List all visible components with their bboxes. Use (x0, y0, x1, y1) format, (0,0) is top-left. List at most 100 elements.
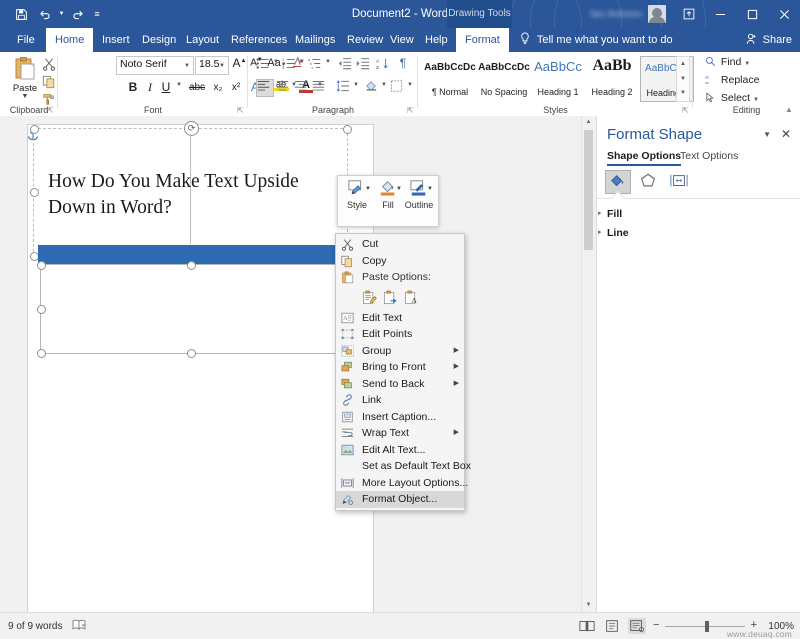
text-box-frame[interactable] (40, 264, 350, 354)
textbox-handle-s[interactable] (187, 349, 196, 358)
style-heading-1[interactable]: AaBbCc Heading 1 (532, 56, 584, 100)
styles-more-icon[interactable]: ▼ (677, 86, 689, 101)
save-icon[interactable] (10, 3, 32, 25)
customize-qat-icon[interactable]: ≡ (91, 3, 103, 25)
scroll-up-icon[interactable]: ▲ (582, 116, 595, 129)
line-spacing-icon[interactable] (336, 80, 352, 96)
document-vertical-scrollbar[interactable]: ▲ ▼ (581, 116, 595, 612)
effects-icon[interactable] (636, 170, 660, 192)
tab-home[interactable]: Home (46, 28, 93, 52)
find-caret-icon[interactable]: ▼ (744, 61, 750, 67)
keep-text-only-icon[interactable]: A (404, 290, 419, 306)
context-menu-item-cut[interactable]: Cut (336, 236, 464, 253)
context-menu-item-format-object[interactable]: Format Object... (336, 491, 464, 508)
tab-insert[interactable]: Insert (93, 28, 139, 52)
read-mode-view-button[interactable] (578, 618, 596, 634)
context-menu-item-more-layout-options[interactable]: More Layout Options... (336, 475, 464, 492)
tab-file[interactable]: File (8, 28, 44, 52)
select-caret-icon[interactable]: ▼ (753, 97, 759, 103)
scrollbar-thumb[interactable] (584, 130, 593, 250)
maximize-button[interactable] (736, 0, 768, 28)
context-menu-item-wrap-text[interactable]: Wrap Text ▶ (336, 425, 464, 442)
mini-fill-button[interactable]: Fill ▼ (373, 179, 403, 210)
format-pane-section-line[interactable]: ▸ Line (607, 227, 629, 239)
decrease-indent-icon[interactable] (338, 57, 354, 73)
redo-icon[interactable] (67, 3, 89, 25)
underline-caret-icon[interactable]: ▼ (175, 82, 183, 88)
mini-toolbar[interactable]: Style ▼ Fill ▼ Outline ▼ (337, 175, 439, 227)
align-left-icon[interactable] (256, 79, 274, 97)
tab-layout[interactable]: Layout (177, 28, 228, 52)
avatar[interactable] (648, 5, 666, 23)
numbered-list-icon[interactable]: 123 (282, 57, 298, 73)
justify-icon[interactable] (312, 80, 328, 96)
show-formatting-marks-icon[interactable]: ¶ (396, 56, 410, 70)
word-count[interactable]: 9 of 9 words (8, 621, 62, 632)
undo-icon[interactable] (34, 3, 56, 25)
textbox-handle-nw[interactable] (37, 261, 46, 270)
font-name-combo[interactable]: Noto Serif ▼ (116, 56, 194, 75)
mini-outline-button[interactable]: Outline ▼ (404, 179, 434, 210)
tab-help[interactable]: Help (416, 28, 457, 52)
cut-icon[interactable] (42, 57, 58, 73)
bullet-caret-icon[interactable]: ▼ (272, 59, 280, 65)
context-menu-item-link[interactable]: Link (336, 392, 464, 409)
tell-me-box[interactable]: Tell me what you want to do (520, 28, 673, 52)
borders-caret-icon[interactable]: ▼ (406, 82, 414, 88)
selection-handle-ne[interactable] (343, 125, 352, 134)
styles-scroll-down-icon[interactable]: ▼ (677, 72, 689, 87)
find-button[interactable]: Find ▼ (705, 56, 750, 70)
paste-caret-icon[interactable]: ▼ (8, 94, 42, 100)
strikethrough-button[interactable]: abc (186, 82, 208, 93)
style-no-spacing[interactable]: AaBbCcDc No Spacing (478, 56, 530, 100)
format-pane-section-fill[interactable]: ▸ Fill (607, 208, 622, 220)
context-menu-item-set-default-text-box[interactable]: Set as Default Text Box (336, 458, 464, 475)
context-menu-item-bring-to-front[interactable]: Bring to Front ▶ (336, 359, 464, 376)
align-right-icon[interactable] (294, 80, 310, 96)
replace-button[interactable]: abac Replace (705, 74, 759, 88)
undo-caret-icon[interactable]: ▼ (58, 3, 65, 25)
textbox-handle-n[interactable] (187, 261, 196, 270)
style-heading-2[interactable]: AaBb Heading 2 (586, 56, 638, 100)
tab-format[interactable]: Format (456, 28, 509, 52)
tab-mailings[interactable]: Mailings (286, 28, 344, 52)
paste-options-row[interactable]: A (336, 286, 464, 310)
font-name-caret-icon[interactable]: ▼ (181, 62, 190, 69)
shading-icon[interactable] (364, 80, 380, 96)
collapse-ribbon-icon[interactable]: ▲ (785, 105, 794, 114)
format-pane-close-icon[interactable]: ✕ (781, 127, 791, 141)
context-menu-item-send-to-back[interactable]: Send to Back ▶ (336, 376, 464, 393)
zoom-thumb[interactable] (705, 621, 709, 632)
select-button[interactable]: Select ▼ (705, 92, 759, 106)
selection-handle-nw[interactable] (30, 125, 39, 134)
shading-caret-icon[interactable]: ▼ (380, 82, 388, 88)
keep-source-formatting-icon[interactable] (362, 290, 377, 306)
bullet-list-icon[interactable] (256, 57, 272, 73)
multilevel-list-icon[interactable]: abc (308, 57, 324, 73)
bold-button[interactable]: B (126, 80, 140, 94)
layout-properties-icon[interactable] (667, 170, 691, 192)
context-menu-item-copy[interactable]: Copy (336, 253, 464, 270)
styles-gallery-scroll[interactable]: ▲ ▼ ▼ (676, 56, 690, 102)
minimize-button[interactable] (704, 0, 736, 28)
numbering-caret-icon[interactable]: ▼ (298, 59, 306, 65)
underline-button[interactable]: U (159, 80, 173, 94)
context-menu-item-insert-caption[interactable]: Insert Caption... (336, 409, 464, 426)
paragraph-dialog-launcher[interactable]: ⇱ (407, 106, 416, 115)
context-menu-item-edit-points[interactable]: Edit Points (336, 326, 464, 343)
style-caret-icon[interactable]: ▼ (365, 186, 371, 192)
text-box-content[interactable]: How Do You Make Text Upside Down in Word… (48, 169, 348, 221)
copy-icon[interactable] (42, 75, 58, 91)
merge-formatting-icon[interactable] (383, 290, 398, 306)
textbox-handle-sw[interactable] (37, 349, 46, 358)
document-canvas[interactable]: ⟳ How Do You Make Text Upside Down in Wo… (0, 116, 594, 612)
rotation-handle[interactable]: ⟳ (184, 121, 199, 136)
web-layout-view-button[interactable] (628, 618, 646, 634)
format-pane-tab-shape-options[interactable]: Shape Options (607, 150, 681, 166)
zoom-out-button[interactable]: − (653, 619, 659, 631)
multilevel-caret-icon[interactable]: ▼ (324, 59, 332, 65)
subscript-button[interactable]: x₂ (210, 82, 226, 93)
superscript-button[interactable]: x² (228, 82, 244, 93)
grow-font-button[interactable]: A▲ (232, 56, 247, 70)
styles-scroll-up-icon[interactable]: ▲ (677, 57, 689, 72)
